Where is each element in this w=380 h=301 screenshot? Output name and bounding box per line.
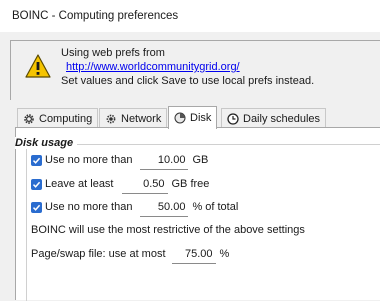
tab-daily-schedules-label: Daily schedules [243,112,321,125]
info-line-3: Set values and click Save to use local p… [61,75,315,87]
tab-network-label: Network [121,112,162,125]
use-max-percent-row: Use no more than 50.00 % of total [31,197,238,217]
clock-icon [227,112,239,125]
page-swap-label: Page/swap file: use at most [31,248,166,260]
tab-network[interactable]: Network [99,108,168,128]
use-max-gb-label: Use no more than [45,154,133,166]
window-title: BOINC - Computing preferences [0,0,380,32]
info-line-1: Using web prefs from [61,47,165,59]
tab-computing-label: Computing [39,112,93,125]
use-max-gb-input[interactable]: 10.00 [140,150,189,170]
use-max-gb-unit: GB [192,154,209,166]
leave-at-least-unit: GB free [171,178,210,190]
page-swap-input[interactable]: 75.00 [171,244,216,264]
use-max-percent-checkbox[interactable] [31,201,42,213]
tab-daily-schedules[interactable]: Daily schedules [221,108,327,128]
page-swap-unit: % [219,248,230,260]
checkmark-icon [32,181,41,188]
tab-disk[interactable]: Disk [168,106,218,129]
disk-icon [174,112,186,124]
tab-disk-label: Disk [190,112,212,124]
gear-icon [24,113,34,124]
use-max-percent-unit: % of total [192,201,239,213]
checkmark-icon [32,204,41,211]
use-max-percent-input[interactable]: 50.00 [140,197,189,217]
warning-icon [25,54,51,78]
leave-at-least-row: Leave at least 0.50 GB free [31,174,209,194]
web-prefs-link[interactable]: http://www.worldcommunitygrid.org/ [66,60,314,74]
checkmark-icon [32,157,41,164]
leave-at-least-label: Leave at least [45,178,114,190]
leave-at-least-checkbox[interactable] [31,178,42,190]
web-prefs-notice: Using web prefs from http://www.worldcom… [10,40,380,100]
use-max-gb-row: Use no more than 10.00 GB [31,150,208,170]
tab-bar: Computing Network Disk Daily schedules [15,106,380,129]
tab-computing[interactable]: Computing [17,108,99,128]
restrictive-note: BOINC will use the most restrictive of t… [31,224,305,236]
leave-at-least-input[interactable]: 0.50 [121,174,168,194]
use-max-gb-checkbox[interactable] [31,154,42,166]
page-swap-row: Page/swap file: use at most 75.00 % [31,244,229,264]
network-icon [106,114,116,123]
use-max-percent-label: Use no more than [45,201,133,213]
disk-usage-title: Disk usage [15,137,78,149]
